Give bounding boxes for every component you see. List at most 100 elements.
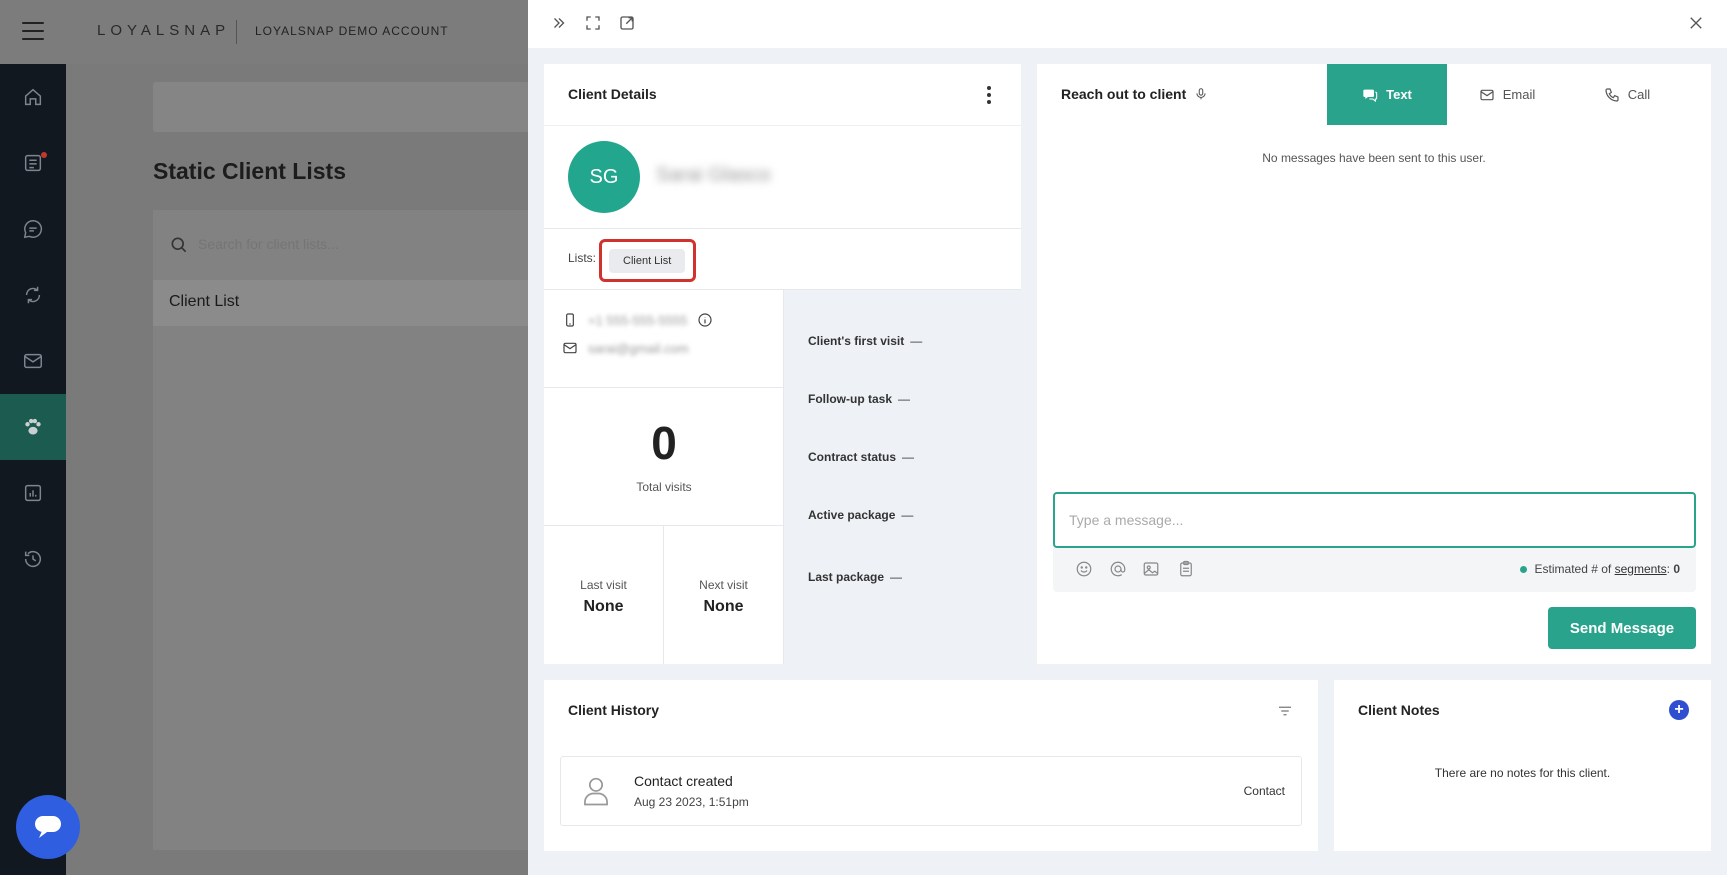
fullscreen-icon[interactable] bbox=[584, 14, 602, 32]
mail-icon bbox=[563, 342, 577, 354]
client-lists-search bbox=[153, 210, 530, 280]
paw-icon bbox=[25, 418, 41, 435]
microphone-icon[interactable] bbox=[1194, 86, 1208, 102]
support-chat-button[interactable] bbox=[16, 795, 80, 859]
search-input[interactable] bbox=[198, 236, 498, 252]
segments-link[interactable]: segments bbox=[1615, 562, 1667, 576]
close-icon[interactable] bbox=[1687, 14, 1705, 32]
refresh-icon bbox=[25, 286, 41, 304]
total-visits-value: 0 bbox=[651, 417, 677, 469]
drawer-toolbar bbox=[528, 0, 1727, 48]
message-input[interactable] bbox=[1053, 492, 1696, 548]
empty-notes-text: There are no notes for this client. bbox=[1434, 766, 1611, 780]
client-drawer: Client Details SG Sarai Glasco Lists: Cl… bbox=[528, 0, 1727, 875]
info-contract-status: Contract status — bbox=[808, 450, 915, 464]
history-title: Contact created bbox=[634, 773, 733, 789]
info-last-package: Last package — bbox=[808, 570, 903, 584]
phone-row: +1 555-555-5555 bbox=[562, 312, 713, 328]
collapse-drawer-icon[interactable] bbox=[550, 14, 568, 32]
next-visit-value: None bbox=[703, 598, 744, 615]
segments-count: 0 bbox=[1673, 562, 1680, 576]
tab-call[interactable]: Call bbox=[1567, 64, 1687, 125]
clipboard-icon[interactable] bbox=[1177, 560, 1195, 578]
chat-bubble-icon bbox=[35, 816, 61, 838]
client-details-card: Client Details SG Sarai Glasco Lists: Cl… bbox=[544, 64, 1021, 664]
phone-number: +1 555-555-5555 bbox=[588, 312, 688, 328]
segments-estimate: Estimated # of segments: 0 bbox=[1519, 562, 1680, 576]
info-follow-up-task: Follow-up task — bbox=[808, 392, 910, 406]
reach-out-title: Reach out to client bbox=[1061, 86, 1208, 102]
notification-dot bbox=[41, 152, 47, 158]
mail-icon bbox=[24, 353, 42, 369]
client-history-title: Client History bbox=[568, 702, 660, 718]
image-icon[interactable] bbox=[1142, 560, 1160, 578]
list-chip[interactable]: Client List bbox=[609, 249, 686, 273]
sidebar-item-messages[interactable] bbox=[0, 196, 66, 262]
send-message-button[interactable]: Send Message bbox=[1548, 607, 1696, 649]
sidebar-item-history[interactable] bbox=[0, 526, 66, 592]
client-history-card: Client History Contact created Aug 23 20… bbox=[544, 680, 1318, 851]
contact-info: +1 555-555-5555 sarai@gmail.com bbox=[544, 290, 784, 388]
reach-out-card: Reach out to client Text Email Call No m… bbox=[1037, 64, 1711, 664]
client-notes-card: Client Notes + There are no notes for th… bbox=[1334, 680, 1711, 851]
info-icon[interactable] bbox=[697, 312, 713, 328]
add-note-button[interactable]: + bbox=[1669, 700, 1689, 720]
sidebar-item-tasks[interactable] bbox=[0, 130, 66, 196]
mobile-icon bbox=[566, 313, 574, 327]
search-icon bbox=[171, 237, 187, 253]
filter-icon[interactable] bbox=[1276, 702, 1294, 720]
empty-messages-text: No messages have been sent to this user. bbox=[1262, 151, 1486, 165]
lists-label: Lists: bbox=[568, 251, 597, 265]
next-visit-label: Next visit bbox=[699, 578, 748, 592]
status-dot bbox=[1519, 565, 1527, 573]
sidebar-item-reports[interactable] bbox=[0, 460, 66, 526]
mention-icon[interactable] bbox=[1109, 560, 1127, 578]
total-visits: 0 Total visits bbox=[544, 388, 784, 526]
total-visits-label: Total visits bbox=[636, 480, 692, 494]
chart-icon bbox=[24, 484, 42, 502]
brand-logo: LOYALSNAP bbox=[97, 22, 231, 39]
sidebar-item-email[interactable] bbox=[0, 328, 66, 394]
history-type: Contact bbox=[1243, 784, 1285, 798]
background-header-bar bbox=[153, 82, 530, 132]
next-visit: Next visit None bbox=[664, 526, 784, 664]
menu-icon[interactable] bbox=[22, 22, 44, 40]
sidebar-item-home[interactable] bbox=[0, 64, 66, 130]
info-first-visit: Client's first visit — bbox=[808, 334, 923, 348]
tab-text[interactable]: Text bbox=[1327, 64, 1447, 125]
phone-icon bbox=[1605, 87, 1619, 102]
sidebar-item-clients[interactable] bbox=[0, 394, 66, 460]
brand-divider bbox=[236, 20, 237, 44]
avatar: SG bbox=[568, 141, 640, 213]
last-visit-label: Last visit bbox=[580, 578, 627, 592]
email-address: sarai@gmail.com bbox=[588, 340, 689, 356]
mail-icon bbox=[1480, 89, 1494, 100]
email-row: sarai@gmail.com bbox=[562, 340, 689, 356]
history-icon bbox=[24, 551, 42, 568]
home-icon bbox=[24, 88, 42, 106]
info-active-package: Active package — bbox=[808, 508, 914, 522]
more-options-icon[interactable] bbox=[987, 86, 991, 104]
list-item[interactable]: Contact created Aug 23 2023, 1:51pm Cont… bbox=[560, 756, 1302, 826]
open-new-window-icon[interactable] bbox=[618, 14, 636, 32]
client-info-panel: Client's first visit — Follow-up task — Co… bbox=[784, 290, 1021, 664]
sidebar bbox=[0, 64, 66, 875]
reach-out-header: Reach out to client Text Email Call bbox=[1037, 64, 1711, 125]
user-icon bbox=[584, 777, 608, 806]
chat-icon bbox=[1363, 89, 1378, 102]
account-name: LOYALSNAP DEMO ACCOUNT bbox=[255, 24, 449, 38]
list-item[interactable]: Client List bbox=[153, 280, 530, 326]
last-visit: Last visit None bbox=[544, 526, 664, 664]
client-name: Sarai Glasco bbox=[656, 164, 771, 186]
client-notes-title: Client Notes bbox=[1358, 702, 1440, 718]
lists-row: Lists: Client List bbox=[544, 228, 1021, 290]
client-details-header: Client Details bbox=[544, 64, 1021, 126]
last-visit-value: None bbox=[583, 598, 624, 615]
emoji-icon[interactable] bbox=[1075, 560, 1093, 578]
tab-email[interactable]: Email bbox=[1447, 64, 1567, 125]
history-date: Aug 23 2023, 1:51pm bbox=[634, 795, 749, 809]
sidebar-item-automations[interactable] bbox=[0, 262, 66, 328]
client-details-title: Client Details bbox=[568, 86, 657, 102]
message-icon bbox=[23, 220, 43, 239]
page-title: Static Client Lists bbox=[153, 158, 346, 184]
